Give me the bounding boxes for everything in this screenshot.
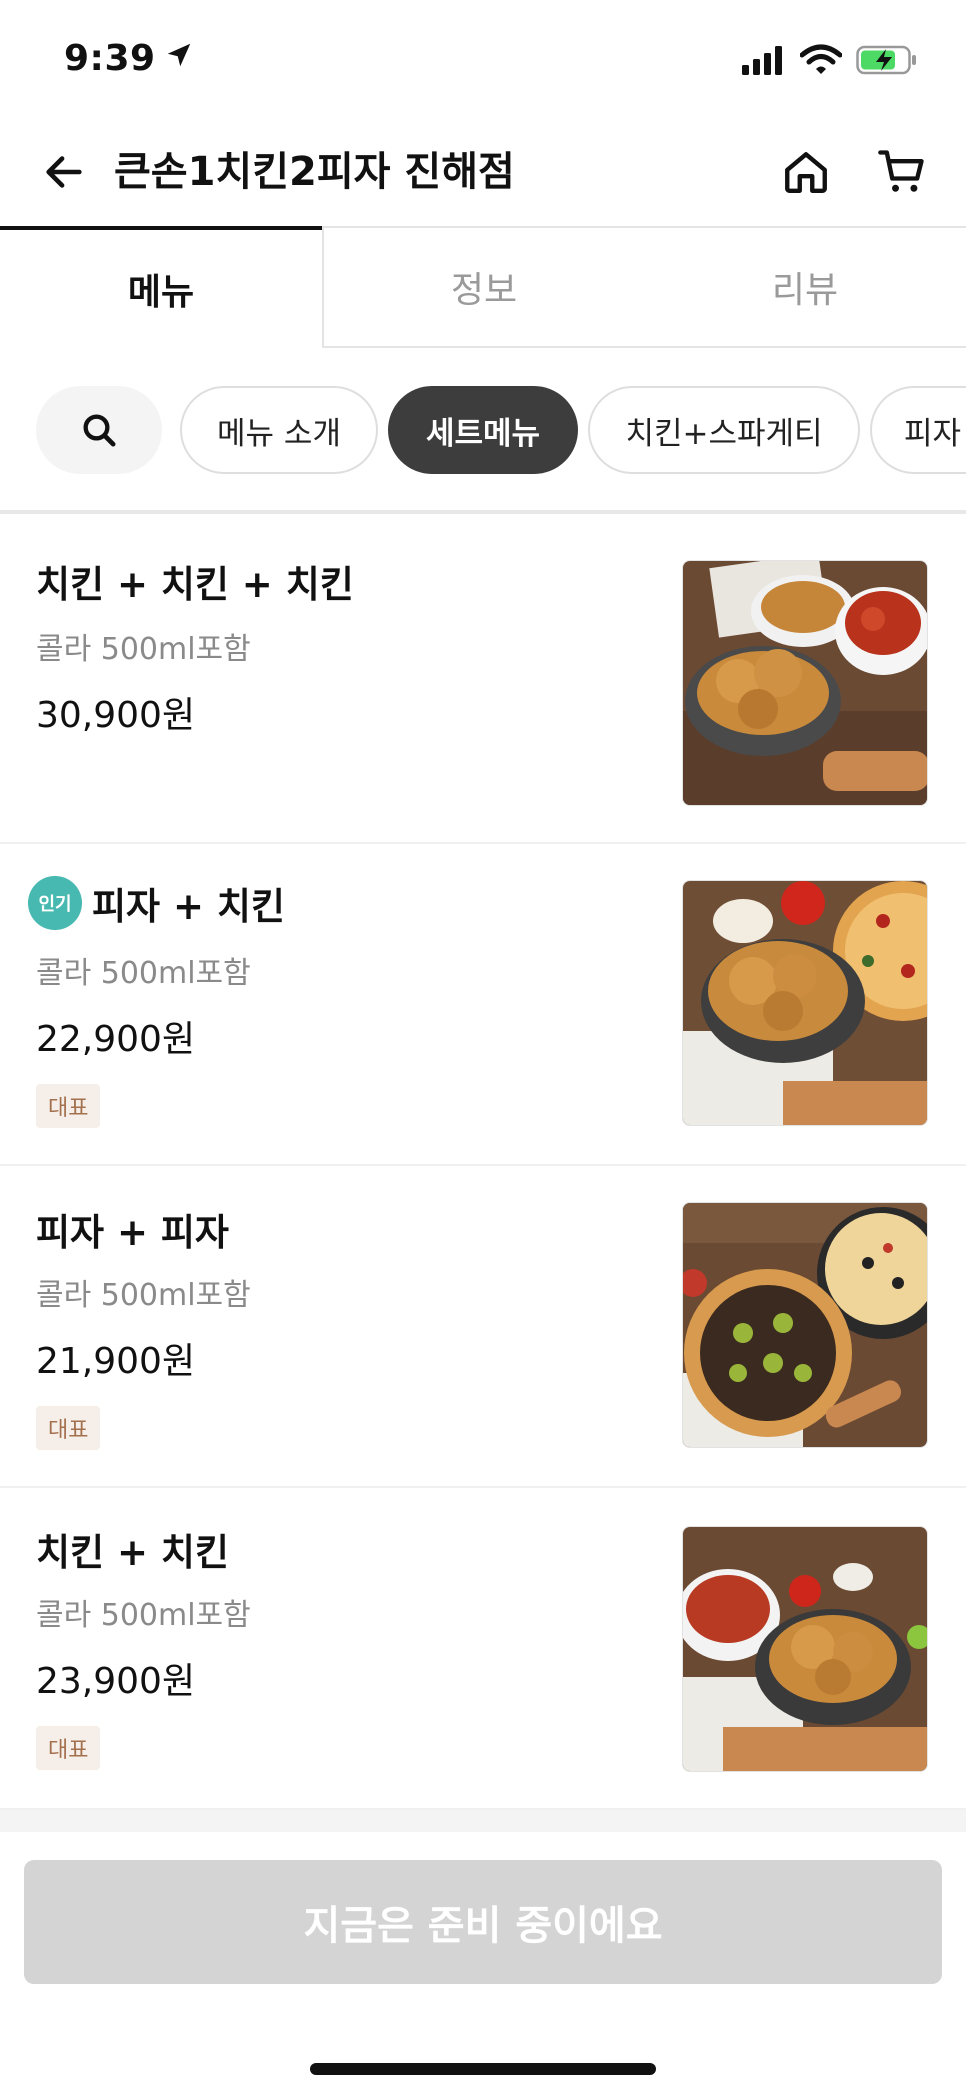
order-button-disabled[interactable]: 지금은 준비 중이에요: [24, 1860, 942, 1984]
menu-item-price: 23,900원: [36, 1661, 196, 1702]
bottom-divider: [0, 1810, 966, 1832]
menu-item-name-text: 피자 + 치킨: [92, 885, 285, 928]
menu-item-description: 콜라 500ml포함: [36, 1278, 251, 1313]
chip-menu-intro[interactable]: 메뉴 소개: [180, 386, 378, 474]
home-icon: [785, 152, 827, 193]
home-indicator: [310, 2063, 656, 2075]
signal-icon: [742, 45, 786, 79]
menu-item-name-text: 피자 + 피자: [36, 1211, 229, 1254]
back-arrow-icon: [46, 156, 82, 188]
menu-item-pizza-chicken[interactable]: 인기 피자 + 치킨 콜라 500ml포함 22,900원 대표: [0, 844, 966, 1166]
status-indicators: [742, 44, 918, 80]
category-chips: 메뉴 소개 세트메뉴 치킨+스파게티 피자: [0, 382, 966, 478]
menu-item-price: 21,900원: [36, 1341, 196, 1382]
representative-badge: 대표: [36, 1406, 101, 1450]
status-bar: 9:39: [0, 0, 966, 120]
tab-review[interactable]: 리뷰: [644, 226, 966, 348]
bottom-order-area: 지금은 준비 중이에요: [0, 1810, 966, 2091]
menu-item-name: 치킨 + 치킨: [36, 1522, 229, 1576]
menu-item-chicken-chicken[interactable]: 치킨 + 치킨 콜라 500ml포함 23,900원 대표: [0, 1488, 966, 1810]
menu-item-name: 피자 + 피자: [36, 1202, 229, 1256]
store-header: 큰손1치킨2피자 진해점: [0, 120, 966, 228]
menu-item-price: 30,900원: [36, 695, 196, 736]
menu-item-photo: [682, 1202, 928, 1448]
menu-item-description: 콜라 500ml포함: [36, 632, 251, 667]
menu-item-name-text: 치킨 + 치킨: [36, 1531, 229, 1574]
menu-item-name: 인기 피자 + 치킨: [28, 876, 285, 930]
chip-set-menu[interactable]: 세트메뉴: [388, 386, 578, 474]
status-time-group: 9:39: [64, 38, 194, 79]
search-button[interactable]: [36, 386, 162, 474]
location-arrow-icon: [164, 38, 194, 79]
search-icon: [83, 414, 116, 447]
store-title: 큰손1치킨2피자 진해점: [114, 149, 515, 195]
tab-info[interactable]: 정보: [322, 226, 644, 348]
status-time: 9:39: [64, 38, 156, 79]
chip-pizza[interactable]: 피자: [870, 386, 966, 474]
cart-button[interactable]: [872, 142, 932, 202]
menu-item-photo: [682, 560, 928, 806]
wifi-icon: [799, 44, 843, 80]
menu-item-price: 22,900원: [36, 1019, 196, 1060]
menu-item-pizza-pizza[interactable]: 피자 + 피자 콜라 500ml포함 21,900원 대표: [0, 1166, 966, 1488]
home-button[interactable]: [776, 142, 836, 202]
menu-item-photo: [682, 1526, 928, 1772]
cart-icon: [878, 150, 924, 192]
menu-item-name: 치킨 + 치킨 + 치킨: [36, 554, 354, 608]
menu-item-description: 콜라 500ml포함: [36, 956, 251, 991]
store-tabs: 메뉴 정보 리뷰: [0, 226, 966, 348]
popular-badge: 인기: [28, 876, 82, 930]
tab-menu[interactable]: 메뉴: [0, 226, 322, 348]
representative-badge: 대표: [36, 1084, 101, 1128]
battery-charging-icon: [856, 44, 918, 80]
menu-item-photo: [682, 880, 928, 1126]
menu-item-chicken-chicken-chicken[interactable]: 치킨 + 치킨 + 치킨 콜라 500ml포함 30,900원: [0, 514, 966, 844]
back-button[interactable]: [36, 144, 92, 200]
menu-item-name-text: 치킨 + 치킨 + 치킨: [36, 563, 354, 606]
menu-item-description: 콜라 500ml포함: [36, 1598, 251, 1633]
representative-badge: 대표: [36, 1726, 101, 1770]
chip-chicken-spaghetti[interactable]: 치킨+스파게티: [588, 386, 860, 474]
